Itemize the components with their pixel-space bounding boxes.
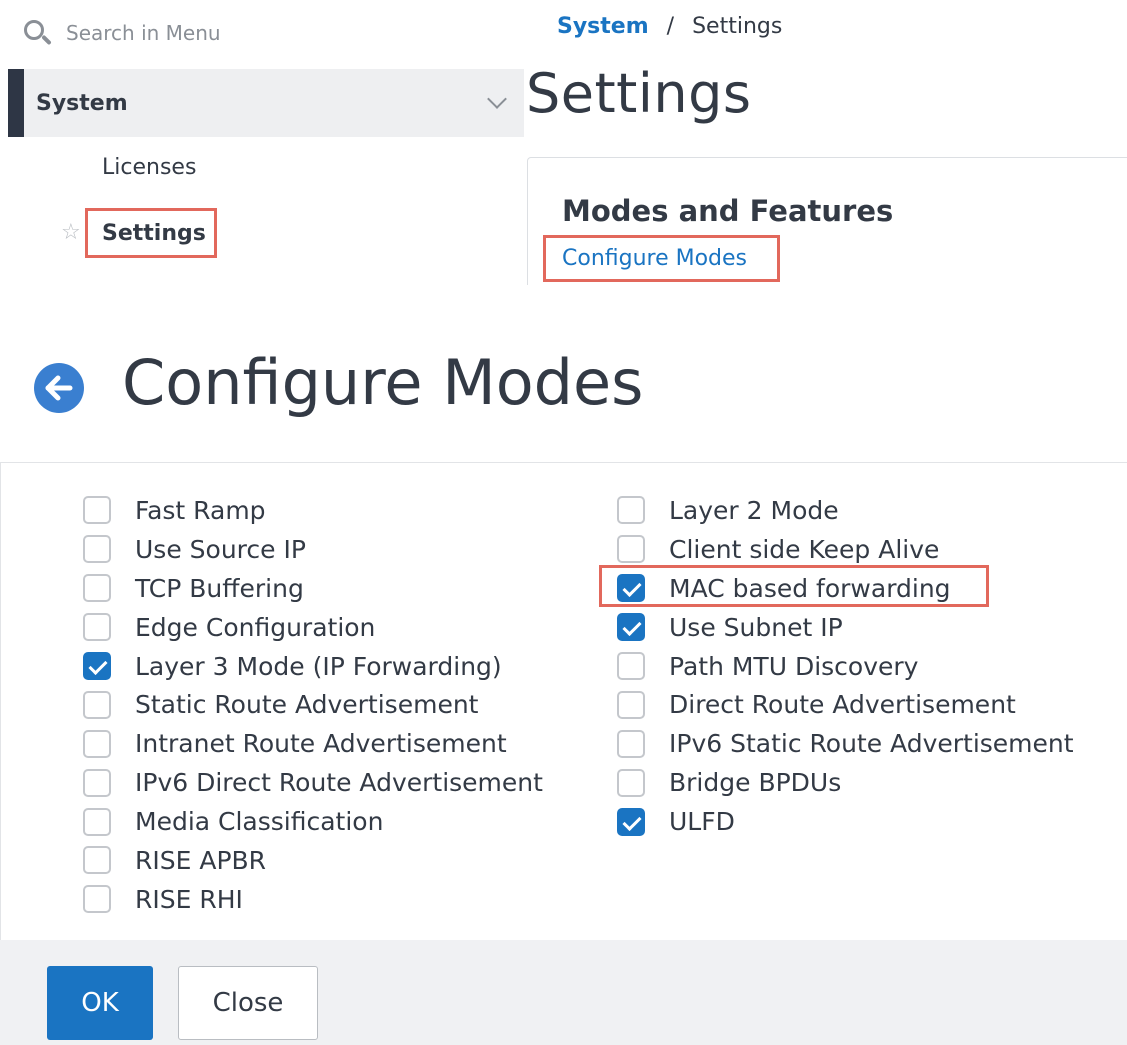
mode-option[interactable]: Use Subnet IP [617, 608, 1074, 647]
mode-option[interactable]: Layer 2 Mode [617, 491, 1074, 530]
mode-option[interactable]: Edge Configuration [83, 608, 543, 647]
mode-checkbox[interactable] [83, 768, 111, 797]
mode-label: Bridge BPDUs [669, 768, 842, 798]
mode-checkbox[interactable] [617, 690, 645, 719]
mode-checkbox[interactable] [617, 807, 645, 836]
mode-option[interactable]: IPv6 Static Route Advertisement [617, 724, 1074, 763]
mode-label: IPv6 Static Route Advertisement [669, 729, 1074, 759]
mode-label: Media Classification [135, 807, 384, 837]
sidebar-section-system[interactable]: System [8, 69, 524, 137]
search-input[interactable] [66, 21, 486, 45]
mode-label: Layer 3 Mode (IP Forwarding) [135, 651, 502, 681]
search-icon[interactable] [20, 16, 54, 50]
breadcrumb: System / Settings [557, 14, 782, 39]
mode-checkbox[interactable] [617, 496, 645, 525]
mode-option[interactable]: IPv6 Direct Route Advertisement [83, 763, 543, 802]
mode-label: TCP Buffering [135, 573, 304, 603]
page-title: Settings [526, 62, 752, 125]
back-arrow-icon[interactable] [34, 363, 84, 413]
menu-search [20, 16, 500, 50]
mode-label: Fast Ramp [135, 495, 266, 525]
mode-checkbox[interactable] [617, 535, 645, 564]
mode-checkbox[interactable] [83, 652, 111, 680]
mode-checkbox[interactable] [617, 613, 645, 642]
modes-column-left: Fast Ramp Use Source IP TCP Buffering Edge … [83, 491, 543, 919]
configure-modes-link[interactable]: Configure Modes [543, 235, 780, 282]
mode-label: MAC based forwarding [669, 573, 951, 603]
mode-label: Layer 2 Mode [669, 495, 839, 525]
dialog-footer [0, 940, 1127, 1045]
mode-option[interactable]: Media Classification [83, 802, 543, 841]
mode-checkbox[interactable] [617, 768, 645, 797]
mode-option[interactable]: Layer 3 Mode (IP Forwarding) [83, 647, 543, 686]
breadcrumb-link-system[interactable]: System [557, 14, 649, 39]
card-title: Modes and Features [562, 194, 894, 228]
mode-label: Direct Route Advertisement [669, 690, 1016, 720]
sidebar-item-settings[interactable]: Settings [85, 208, 217, 258]
mode-label: Intranet Route Advertisement [135, 729, 507, 759]
mode-checkbox[interactable] [83, 613, 111, 642]
mode-checkbox[interactable] [83, 846, 111, 875]
mode-label: Static Route Advertisement [135, 690, 479, 720]
mode-label: Edge Configuration [135, 612, 376, 642]
mode-label: Client side Keep Alive [669, 534, 940, 564]
mode-checkbox[interactable] [617, 729, 645, 758]
mode-label: Use Subnet IP [669, 612, 843, 642]
mode-checkbox[interactable] [83, 535, 111, 564]
mode-checkbox[interactable] [83, 807, 111, 836]
sidebar-item-licenses[interactable]: Licenses [102, 155, 196, 180]
mode-option[interactable]: Client side Keep Alive [617, 530, 1074, 569]
mode-option[interactable]: ULFD [617, 802, 1074, 841]
mode-option[interactable]: Direct Route Advertisement [617, 685, 1074, 724]
mode-option[interactable]: TCP Buffering [83, 569, 543, 608]
mode-checkbox[interactable] [83, 885, 111, 914]
mode-option[interactable]: Path MTU Discovery [617, 647, 1074, 686]
mode-checkbox[interactable] [617, 574, 645, 603]
mode-label: RISE RHI [135, 884, 243, 914]
breadcrumb-separator: / [666, 14, 675, 39]
mode-checkbox[interactable] [617, 652, 645, 680]
modes-features-card: Modes and Features Configure Modes [527, 157, 1127, 287]
active-indicator [8, 69, 24, 137]
mode-checkbox[interactable] [83, 496, 111, 525]
sidebar-section-label: System [36, 90, 128, 116]
mode-checkbox[interactable] [83, 690, 111, 719]
mode-option[interactable]: Fast Ramp [83, 491, 543, 530]
mode-checkbox[interactable] [83, 574, 111, 603]
ok-button[interactable]: OK [47, 966, 153, 1040]
mode-label: IPv6 Direct Route Advertisement [135, 768, 543, 798]
mode-checkbox[interactable] [83, 729, 111, 758]
mode-option[interactable]: Static Route Advertisement [83, 685, 543, 724]
close-button[interactable]: Close [178, 966, 318, 1040]
mode-option[interactable]: Use Source IP [83, 530, 543, 569]
modes-column-right: Layer 2 Mode Client side Keep Alive MAC ba… [617, 491, 1074, 841]
mode-option[interactable]: RISE APBR [83, 841, 543, 880]
mode-label: Path MTU Discovery [669, 651, 919, 681]
mode-option[interactable]: Bridge BPDUs [617, 763, 1074, 802]
mode-label: Use Source IP [135, 534, 306, 564]
mode-option[interactable]: MAC based forwarding [617, 569, 1074, 608]
modes-panel: Fast Ramp Use Source IP TCP Buffering Edge … [0, 462, 1127, 940]
chevron-down-icon[interactable] [487, 89, 507, 109]
dialog-title: Configure Modes [122, 346, 644, 419]
star-icon[interactable]: ☆ [61, 222, 81, 244]
mode-label: RISE APBR [135, 845, 267, 875]
screenshot-separator [0, 285, 1127, 325]
mode-option[interactable]: RISE RHI [83, 880, 543, 919]
mode-option[interactable]: Intranet Route Advertisement [83, 724, 543, 763]
mode-label: ULFD [669, 807, 735, 837]
breadcrumb-current: Settings [692, 14, 783, 39]
